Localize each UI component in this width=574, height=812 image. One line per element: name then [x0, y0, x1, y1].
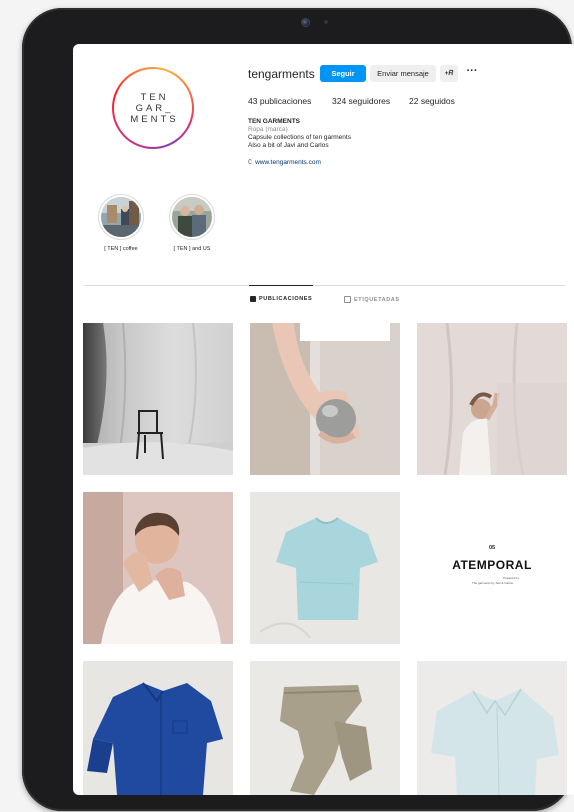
suggest-users-button[interactable]: +𝑅	[440, 65, 458, 82]
person-curtain-photo	[417, 323, 567, 475]
tag-icon	[344, 296, 351, 303]
tab-posts[interactable]: PUBLICACIONES	[250, 296, 312, 302]
followers-count[interactable]: 324 seguidores	[332, 96, 390, 106]
highlight-and-us[interactable]: [ TEN ] and US	[164, 194, 220, 252]
more-options-button[interactable]: ···	[464, 66, 480, 80]
light-blue-shirt-photo	[417, 661, 567, 795]
khaki-trousers-photo	[250, 661, 400, 795]
bio-line: Capsule collections of ten garments	[248, 134, 351, 141]
post-khaki-trousers[interactable]	[250, 661, 400, 795]
highlight-label: [ TEN ] and US	[173, 246, 211, 252]
profile-username: tengarments	[248, 67, 315, 81]
add-person-icon: +𝑅	[444, 69, 454, 77]
post-blue-overshirt[interactable]	[83, 661, 233, 795]
highlight-label: [ TEN ] coffee	[104, 246, 138, 252]
more-dots-icon: ···	[466, 65, 478, 77]
coffee-shop-photo	[101, 197, 141, 237]
highlight-ring	[98, 194, 144, 240]
tabs-divider	[84, 285, 565, 286]
posts-count: 43 publicaciones	[248, 96, 312, 106]
bio-category: Ropa (marca)	[248, 126, 288, 133]
tab-label: ETIQUETADAS	[354, 296, 400, 303]
link-icon: ∁	[248, 159, 253, 166]
logo-text-line: MENTS	[130, 113, 179, 125]
avatar-logo-inner: TEN GAR_ MENTS	[114, 69, 192, 147]
portrait-white-shirt-photo	[83, 492, 233, 644]
bio-link[interactable]: ∁ www.tengarments.com	[248, 158, 321, 166]
tab-tagged[interactable]: ETIQUETADAS	[344, 296, 400, 303]
light-blue-tee-photo	[250, 492, 400, 644]
blue-overshirt-photo	[83, 661, 233, 795]
post-light-blue-shirt[interactable]	[417, 661, 567, 795]
camera-icon	[301, 18, 310, 27]
post-chair-studio[interactable]	[83, 323, 233, 475]
post-light-blue-tee[interactable]	[250, 492, 400, 644]
grid-icon	[250, 296, 256, 302]
chair-studio-photo	[83, 323, 233, 475]
founders-photo	[172, 197, 212, 237]
active-tab-indicator	[249, 285, 313, 286]
screen: TEN GAR_ MENTS tengarments Seguir Enviar…	[73, 44, 574, 795]
sensor-icon	[324, 20, 328, 24]
highlight-ring	[169, 194, 215, 240]
bio-link-text: www.tengarments.com	[255, 159, 321, 166]
post-hand-apple[interactable]	[250, 323, 400, 475]
highlight-coffee[interactable]: [ TEN ] coffee	[93, 194, 149, 252]
bio-name: TEN GARMENTS	[248, 118, 300, 125]
cover-subtitle: The garments by Javi & Carlos	[472, 581, 514, 585]
cover-number: 05	[488, 545, 496, 551]
profile-avatar[interactable]: TEN GAR_ MENTS	[112, 67, 194, 149]
post-portrait-white-shirt[interactable]	[83, 492, 233, 644]
cover-title: ATEMPORAL	[452, 558, 532, 572]
send-message-button[interactable]: Enviar mensaje	[370, 65, 436, 82]
tab-label: PUBLICACIONES	[259, 296, 313, 302]
logo-text-line: TEN	[140, 91, 169, 103]
post-atemporal-cover[interactable]: 05 ATEMPORAL Powered by The garments by …	[417, 492, 567, 644]
cover-subtitle: Powered by	[503, 576, 519, 580]
follow-button[interactable]: Seguir	[320, 65, 366, 82]
bio-line: Also a bit of Javi and Carlos	[248, 142, 329, 149]
following-count[interactable]: 22 seguidos	[409, 96, 455, 106]
post-person-curtain[interactable]	[417, 323, 567, 475]
tablet-frame: TEN GAR_ MENTS tengarments Seguir Enviar…	[22, 8, 574, 811]
logo-text-line: GAR_	[135, 102, 174, 114]
hand-apple-photo	[250, 323, 400, 475]
